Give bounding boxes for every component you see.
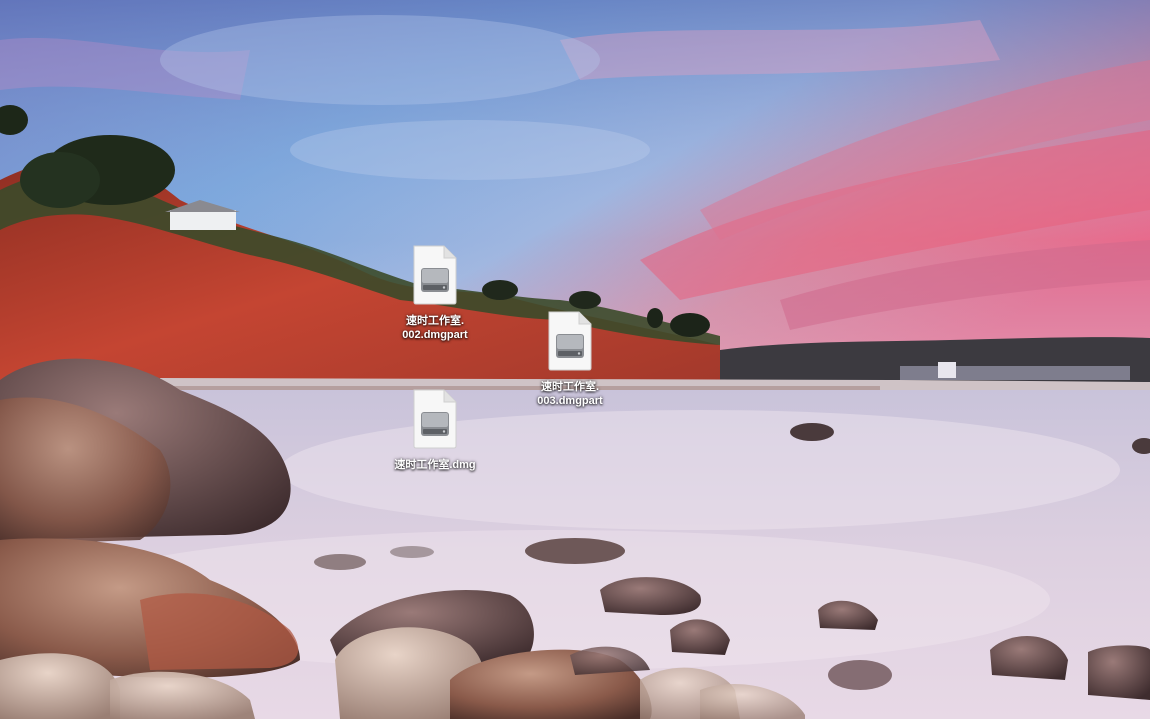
desktop-file-003-dmgpart[interactable]: 速时工作室. 003.dmgpart [515,310,625,408]
desktop-file-002-dmgpart[interactable]: 速时工作室. 002.dmgpart [380,244,490,342]
disk-image-icon [541,310,599,372]
disk-image-icon [406,388,464,450]
disk-image-icon [406,244,464,306]
desktop[interactable]: 速时工作室. 002.dmgpart 速时工作室. 003.dmgpart 速时… [0,0,1150,719]
desktop-file-dmg[interactable]: 速时工作室.dmg [380,388,490,472]
file-name-label: 速时工作室.dmg [394,459,476,471]
file-name-label: 速时工作室. 002.dmgpart [402,315,468,341]
file-name-label: 速时工作室. 003.dmgpart [537,381,603,407]
